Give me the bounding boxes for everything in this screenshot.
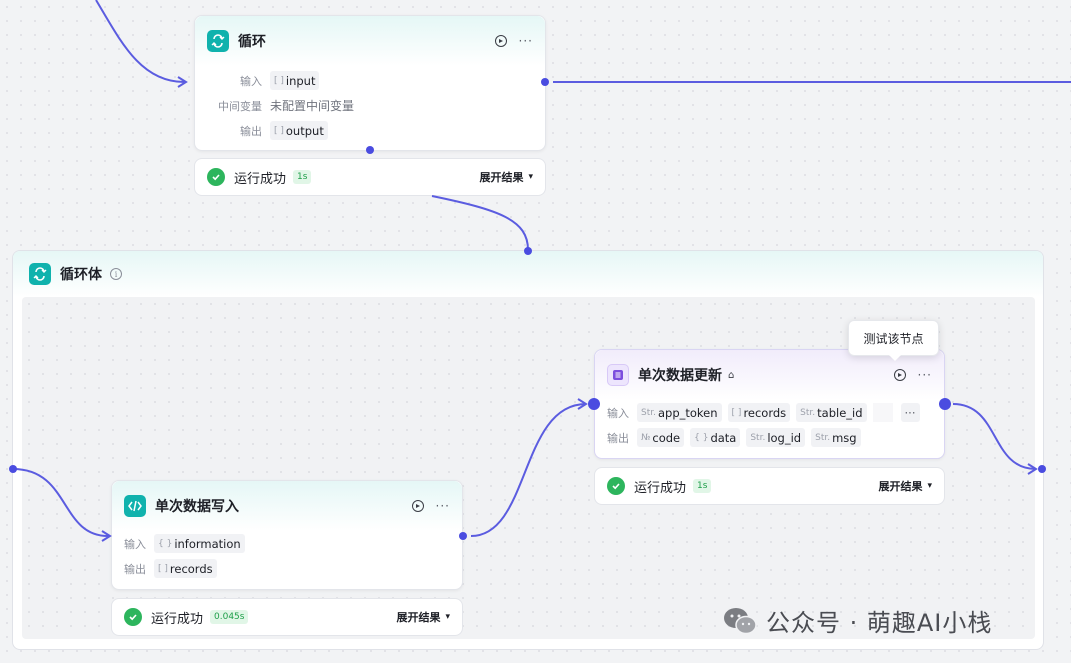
- run-status-text: 运行成功: [234, 171, 287, 187]
- string-type-icon: Str.: [800, 407, 816, 418]
- variable-tag: Str. app_token: [637, 403, 722, 422]
- update-run-result[interactable]: 运行成功 1s 展开结果 ▾: [594, 467, 945, 505]
- string-type-icon: Str.: [815, 432, 831, 443]
- array-type-icon: [ ]: [158, 563, 168, 574]
- run-node-icon[interactable]: [494, 35, 507, 47]
- mid-variable-value: 未配置中间变量: [270, 99, 355, 113]
- loop-body-title: 循环体: [60, 267, 102, 283]
- edge-loop-arrow: [177, 76, 188, 88]
- write-output-row: 输出 [ ] records: [124, 556, 450, 581]
- array-type-icon: [ ]: [274, 125, 284, 136]
- success-check-icon: [207, 168, 225, 186]
- chevron-down-icon: ▾: [927, 481, 932, 491]
- variable-tag: [ ] records: [154, 559, 217, 578]
- write-input-row: 输入 { } information: [124, 531, 450, 556]
- variable-tag: [ ] output: [270, 121, 328, 140]
- update-node-title: 单次数据更新: [638, 368, 722, 384]
- loop-icon: [207, 30, 229, 52]
- variable-tag: { } information: [154, 534, 245, 553]
- object-type-icon: { }: [694, 432, 709, 443]
- run-time-badge: 0.045s: [210, 610, 249, 624]
- variable-tag: { } data: [690, 428, 741, 447]
- run-time-badge: 1s: [293, 170, 312, 184]
- chevron-down-icon: ▾: [445, 612, 450, 622]
- loop-node-header: 循环 ···: [195, 16, 545, 66]
- string-type-icon: Str.: [750, 432, 766, 443]
- loop-node-title: 循环: [238, 34, 266, 50]
- info-icon[interactable]: i: [110, 268, 122, 280]
- input-label: 输入: [240, 74, 262, 88]
- output-label: 输出: [607, 431, 629, 445]
- watermark: 公众号 · 萌趣AI小栈: [722, 603, 992, 638]
- expand-result-button[interactable]: 展开结果 ▾: [878, 478, 932, 494]
- update-output-row: 输出 № code { } data Str. log_id Str. msg: [607, 425, 932, 450]
- number-type-icon: №: [641, 432, 651, 443]
- loop-output-row: 输出 [ ] output: [195, 118, 533, 143]
- chevron-down-icon: ▾: [528, 172, 533, 182]
- run-status-text: 运行成功: [151, 611, 204, 627]
- write-node-title: 单次数据写入: [155, 499, 239, 515]
- run-status-text: 运行成功: [634, 480, 687, 496]
- object-type-icon: { }: [158, 538, 173, 549]
- more-options-icon[interactable]: ···: [918, 369, 932, 381]
- write-run-result[interactable]: 运行成功 0.045s 展开结果 ▾: [111, 598, 463, 636]
- variable-tag: Str. msg: [811, 428, 861, 447]
- test-node-tooltip: 测试该节点: [848, 320, 939, 361]
- input-label: 输入: [607, 406, 629, 420]
- expand-result-button[interactable]: 展开结果 ▾: [479, 169, 533, 185]
- edge-top-to-loop: [95, 0, 185, 83]
- loop-mid-row: 中间变量 未配置中间变量: [195, 93, 533, 118]
- run-node-icon[interactable]: [411, 500, 424, 512]
- input-label: 输入: [124, 537, 146, 551]
- success-check-icon: [124, 608, 142, 626]
- run-node-icon[interactable]: [893, 369, 906, 381]
- loop-input-row: 输入 [ ] input: [195, 68, 533, 93]
- success-check-icon: [607, 477, 625, 495]
- variable-tag: Str. log_id: [746, 428, 806, 447]
- loop-run-result[interactable]: 运行成功 1s 展开结果 ▾: [194, 158, 546, 196]
- variable-tag: № code: [637, 428, 685, 447]
- wechat-logo-icon: [724, 607, 757, 634]
- faded-more-tag: [872, 403, 893, 422]
- variable-tag: [ ] input: [270, 71, 320, 90]
- string-type-icon: Str.: [641, 407, 656, 418]
- watermark-text: 公众号 · 萌趣AI小栈: [766, 609, 993, 637]
- loop-node[interactable]: 循环 ··· 输入 [ ] input 中间变量 未配置中间变量 输出 [ ] ou…: [194, 15, 546, 151]
- variable-tag: Str. table_id: [796, 403, 867, 422]
- variable-tag: [ ] records: [727, 403, 791, 422]
- more-options-icon[interactable]: ···: [436, 500, 450, 512]
- run-time-badge: 1s: [693, 479, 712, 493]
- loop-body-header: 循环体 i: [13, 251, 1043, 297]
- more-inputs-icon[interactable]: ···: [900, 403, 920, 422]
- plugin-icon: ⌂: [728, 369, 735, 381]
- loop-icon: [29, 263, 51, 285]
- write-node-header: 单次数据写入 ···: [112, 481, 462, 531]
- output-label: 输出: [240, 124, 262, 138]
- update-node[interactable]: 单次数据更新 ⌂ ··· 输入 Str. app_token [ ] records…: [594, 349, 945, 459]
- table-icon: [607, 364, 629, 386]
- output-label: 输出: [124, 562, 146, 576]
- array-type-icon: [ ]: [274, 75, 284, 86]
- mid-variable-label: 中间变量: [218, 99, 262, 113]
- expand-result-button[interactable]: 展开结果 ▾: [396, 609, 450, 625]
- update-input-row: 输入 Str. app_token [ ] records Str. table_id…: [607, 400, 932, 425]
- edge-loop-to-body: [431, 195, 529, 251]
- code-icon: [124, 495, 146, 517]
- array-type-icon: [ ]: [731, 407, 742, 418]
- write-node[interactable]: 单次数据写入 ··· 输入 { } information 输出 [ ] recor…: [111, 480, 463, 590]
- more-options-icon[interactable]: ···: [519, 35, 533, 47]
